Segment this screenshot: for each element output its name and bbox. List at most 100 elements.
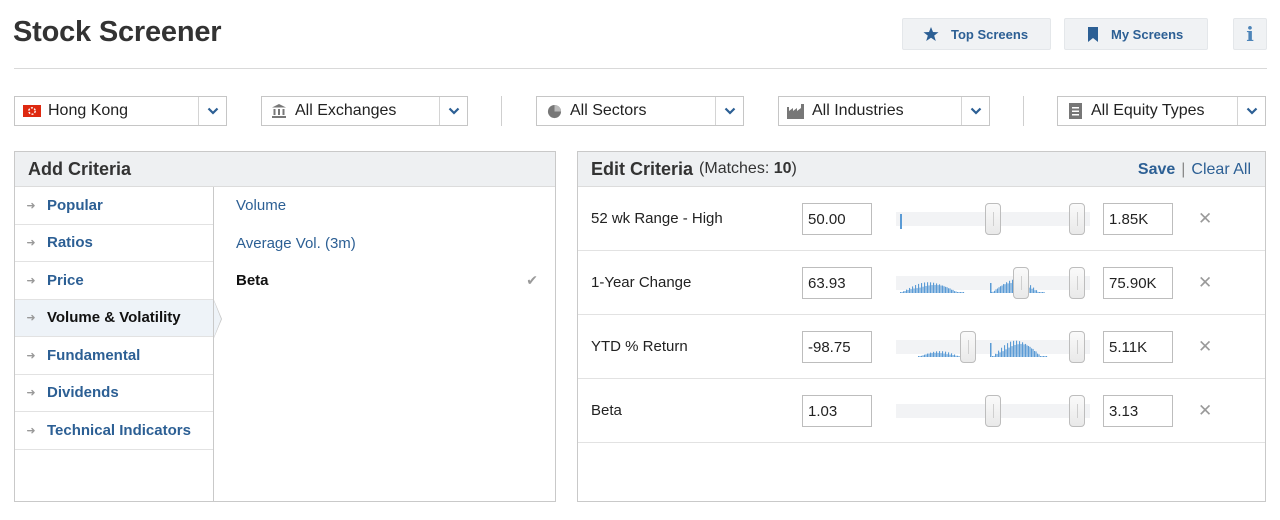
sector-dropdown[interactable]: All Sectors: [536, 96, 744, 126]
criteria-row-label: 1-Year Change: [591, 274, 692, 291]
bank-icon: [270, 102, 288, 120]
range-slider[interactable]: [896, 331, 1090, 363]
equity-type-value: All Equity Types: [1091, 102, 1205, 119]
bookmark-icon: [1088, 26, 1098, 42]
criteria-row: 1-Year Change 63.93 75.90K ✕: [578, 251, 1265, 315]
distribution-histogram: [900, 279, 1045, 293]
chevron-down-icon[interactable]: [1237, 97, 1265, 125]
max-value-input[interactable]: 3.13: [1103, 395, 1173, 427]
max-slider-handle[interactable]: [1069, 331, 1085, 363]
arrow-right-icon: ➜: [26, 274, 36, 287]
category-label: Volume & Volatility: [47, 309, 181, 327]
min-slider-handle[interactable]: [960, 331, 976, 363]
max-value-input[interactable]: 5.11K: [1103, 331, 1173, 363]
checkmark-icon: ✔: [526, 272, 538, 289]
arrow-right-icon: ➜: [26, 387, 36, 400]
max-slider-handle[interactable]: [1069, 395, 1085, 427]
min-slider-handle[interactable]: [1013, 267, 1029, 299]
my-screens-button[interactable]: My Screens: [1064, 18, 1208, 50]
criteria-label: Volume: [236, 197, 287, 215]
close-icon[interactable]: ✕: [1198, 315, 1212, 378]
max-value-input[interactable]: 1.85K: [1103, 203, 1173, 235]
criteria-row: Beta 1.03 3.13 ✕: [578, 379, 1265, 443]
min-value-input[interactable]: 63.93: [802, 267, 872, 299]
document-icon: [1066, 102, 1084, 120]
criteria-item[interactable]: Average Vol. (3m): [215, 225, 555, 263]
min-slider-handle[interactable]: [985, 395, 1001, 427]
chevron-down-icon[interactable]: [715, 97, 743, 125]
category-label: Fundamental: [47, 346, 141, 364]
category-item[interactable]: ➜ Fundamental: [15, 337, 213, 375]
exchange-value: All Exchanges: [295, 102, 397, 119]
criteria-item[interactable]: Beta ✔: [215, 262, 555, 300]
criteria-list: Volume Average Vol. (3m) Beta ✔: [215, 187, 555, 300]
category-item[interactable]: ➜ Technical Indicators: [15, 412, 213, 450]
chevron-down-icon[interactable]: [439, 97, 467, 125]
arrow-right-icon: ➜: [26, 237, 36, 250]
criteria-row-label: 52 wk Range - High: [591, 210, 723, 227]
top-screens-button[interactable]: Top Screens: [902, 18, 1051, 50]
edit-criteria-title: Edit Criteria: [591, 158, 694, 179]
edit-criteria-panel: Edit Criteria (Matches: 10) Save | Clear…: [577, 151, 1266, 502]
min-value-input[interactable]: -98.75: [802, 331, 872, 363]
exchange-dropdown[interactable]: All Exchanges: [261, 96, 468, 126]
sector-value: All Sectors: [570, 102, 647, 119]
range-slider[interactable]: [896, 267, 1090, 299]
link-separator: |: [1181, 160, 1186, 178]
arrow-right-icon: ➜: [26, 349, 36, 362]
criteria-row: YTD % Return -98.75 5.11K ✕: [578, 315, 1265, 379]
category-item[interactable]: ➜ Popular: [15, 187, 213, 225]
criteria-label: Average Vol. (3m): [236, 234, 356, 252]
my-screens-label: My Screens: [1111, 26, 1184, 42]
star-icon: [923, 27, 939, 41]
save-link[interactable]: Save: [1138, 161, 1175, 179]
criteria-label: Beta: [236, 272, 269, 290]
header-divider: [14, 68, 1267, 69]
clear-all-link[interactable]: Clear All: [1191, 161, 1251, 179]
category-label: Dividends: [47, 384, 119, 402]
category-label: Ratios: [47, 234, 93, 252]
close-icon[interactable]: ✕: [1198, 379, 1212, 442]
add-criteria-title: Add Criteria: [15, 152, 555, 187]
info-icon: i: [1246, 22, 1254, 46]
matches-summary: (Matches: 10): [699, 160, 797, 177]
max-slider-handle[interactable]: [1069, 267, 1085, 299]
criteria-row-label: Beta: [591, 402, 622, 419]
close-icon[interactable]: ✕: [1198, 187, 1212, 250]
region-value: Hong Kong: [48, 102, 129, 119]
pie-chart-icon: [545, 102, 563, 120]
category-item[interactable]: ➜ Ratios: [15, 225, 213, 262]
category-label: Price: [47, 271, 84, 289]
criteria-item[interactable]: Volume: [215, 187, 555, 225]
min-slider-handle[interactable]: [985, 203, 1001, 235]
arrow-right-icon: ➜: [26, 312, 36, 325]
add-criteria-panel: Add Criteria ➜ Popular ➜ Ratios ➜ Price ➜ Volum…: [14, 151, 556, 502]
max-value-input[interactable]: 75.90K: [1103, 267, 1173, 299]
equity-type-dropdown[interactable]: All Equity Types: [1057, 96, 1266, 126]
criteria-row-label: YTD % Return: [591, 338, 688, 355]
info-button[interactable]: i: [1233, 18, 1267, 50]
category-list: ➜ Popular ➜ Ratios ➜ Price ➜ Volume & Volatilit…: [15, 187, 222, 501]
edit-criteria-header: Edit Criteria (Matches: 10) Save | Clear…: [578, 152, 1265, 187]
arrow-right-icon: ➜: [26, 424, 36, 437]
category-item[interactable]: ➜ Dividends: [15, 375, 213, 412]
chevron-down-icon[interactable]: [961, 97, 989, 125]
min-value-input[interactable]: 50.00: [802, 203, 872, 235]
page-title: Stock Screener: [13, 16, 222, 48]
matches-count: 10: [773, 160, 792, 177]
range-slider[interactable]: [896, 395, 1090, 427]
range-slider[interactable]: [896, 203, 1090, 235]
arrow-right-icon: ➜: [26, 199, 36, 212]
max-slider-handle[interactable]: [1069, 203, 1085, 235]
factory-icon: [787, 102, 805, 120]
category-item[interactable]: ➜ Price: [15, 262, 213, 300]
industry-dropdown[interactable]: All Industries: [778, 96, 990, 126]
distribution-histogram: [918, 340, 1048, 357]
min-value-input[interactable]: 1.03: [802, 395, 872, 427]
category-item[interactable]: ➜ Volume & Volatility: [15, 299, 222, 337]
region-dropdown[interactable]: Hong Kong: [14, 96, 227, 126]
category-label: Technical Indicators: [47, 421, 191, 439]
chevron-down-icon[interactable]: [198, 97, 226, 125]
close-icon[interactable]: ✕: [1198, 251, 1212, 314]
industry-value: All Industries: [812, 102, 904, 119]
